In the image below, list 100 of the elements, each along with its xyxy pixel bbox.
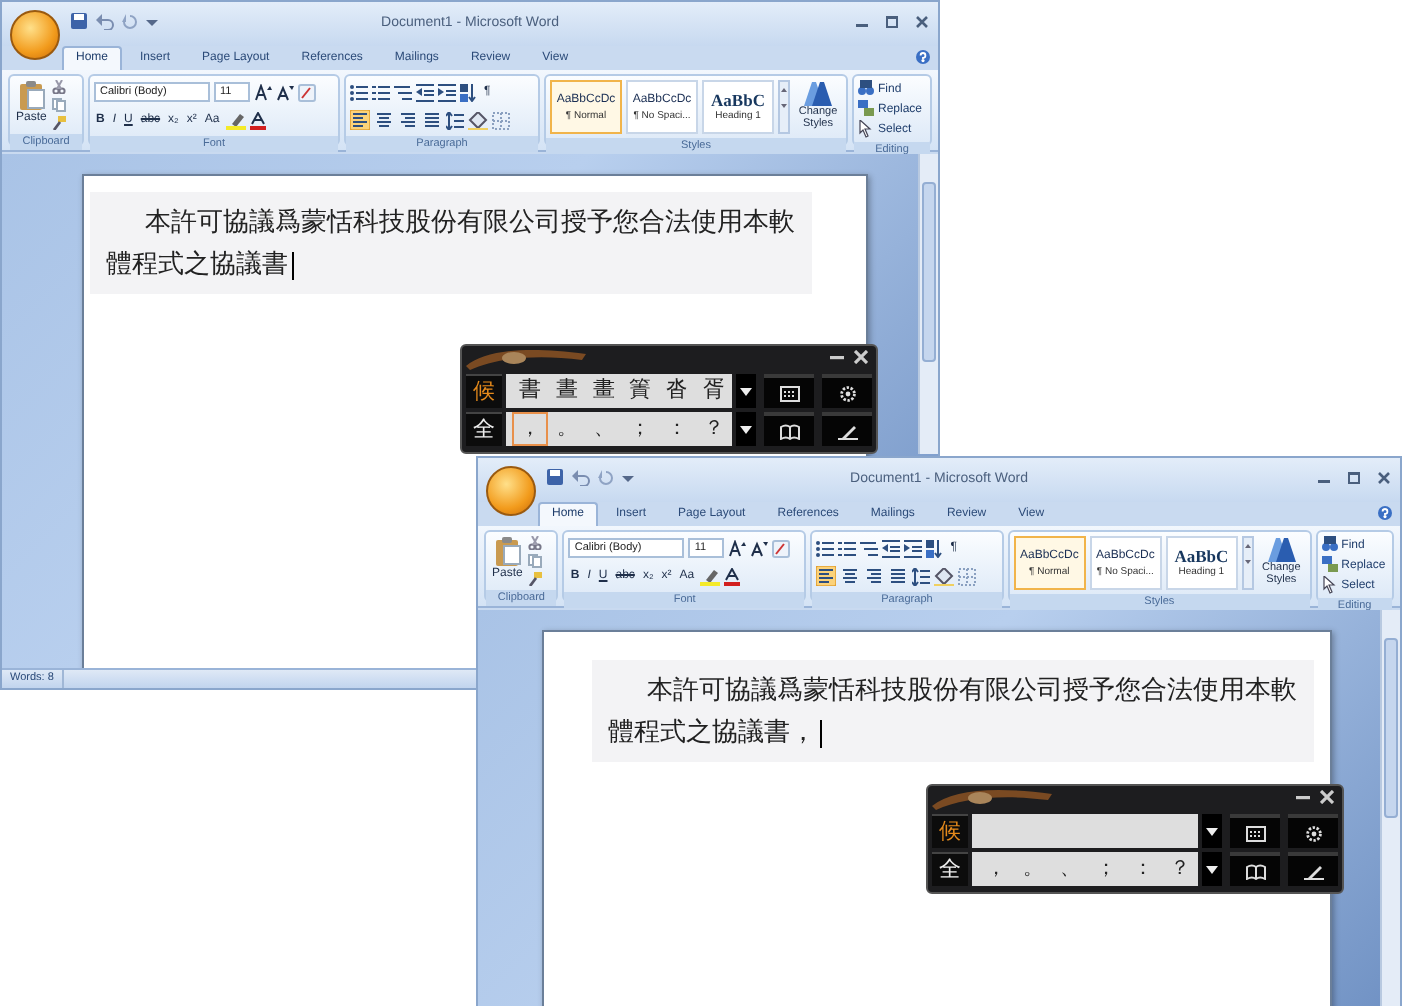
scroll-thumb[interactable]: [922, 182, 936, 362]
candidate[interactable]: 書: [512, 374, 549, 408]
candidate[interactable]: ？: [695, 412, 732, 446]
align-left-icon[interactable]: [816, 566, 837, 586]
multilevel-list-icon[interactable]: [860, 539, 879, 557]
candidate[interactable]: ：: [1124, 852, 1162, 886]
minimize-icon[interactable]: [830, 350, 844, 364]
increase-indent-icon[interactable]: [438, 83, 456, 101]
sort-icon[interactable]: [460, 83, 478, 101]
candidate[interactable]: 沓: [658, 374, 696, 408]
handwriting-button[interactable]: [822, 412, 872, 446]
settings-button[interactable]: [1288, 814, 1338, 848]
candidate[interactable]: ；: [1087, 852, 1125, 886]
ime-mode-button[interactable]: 候: [932, 814, 968, 848]
change-styles-icon[interactable]: [1267, 536, 1296, 562]
align-center-icon[interactable]: [374, 110, 394, 130]
format-painter-icon[interactable]: [528, 572, 543, 586]
change-styles-icon[interactable]: [804, 80, 832, 106]
shading-icon[interactable]: [468, 111, 488, 129]
numbering-icon[interactable]: [838, 539, 857, 557]
clear-formatting-icon[interactable]: [298, 83, 316, 101]
maximize-icon[interactable]: [886, 16, 898, 28]
candidate[interactable]: 晝: [548, 374, 586, 408]
align-right-icon[interactable]: [398, 110, 418, 130]
candidate[interactable]: ，: [978, 852, 1015, 886]
dictionary-button[interactable]: [764, 412, 814, 446]
scissors-icon[interactable]: [528, 536, 543, 550]
customize-icon[interactable]: [622, 471, 634, 483]
line-spacing-icon[interactable]: [912, 567, 931, 585]
scroll-thumb[interactable]: [1384, 638, 1398, 818]
customize-icon[interactable]: [146, 15, 158, 27]
candidate[interactable]: 胥: [695, 374, 732, 408]
close-icon[interactable]: [1378, 472, 1390, 484]
ime-mode-button[interactable]: 全: [466, 412, 502, 446]
increase-indent-icon[interactable]: [904, 539, 923, 557]
bullets-icon[interactable]: [816, 539, 835, 557]
binoculars-icon: [1321, 536, 1338, 554]
candidate[interactable]: 畫: [585, 374, 622, 408]
dropdown-button[interactable]: [1202, 814, 1222, 848]
candidate[interactable]: 簀: [621, 374, 659, 408]
help-icon[interactable]: [1378, 506, 1392, 520]
candidate[interactable]: 、: [1051, 852, 1088, 886]
highlighter-icon[interactable]: [225, 111, 246, 129]
decrease-indent-icon[interactable]: [882, 539, 901, 557]
dropdown-button[interactable]: [736, 412, 756, 446]
clipboard-icon[interactable]: [493, 536, 522, 566]
gallery-scroll-icon[interactable]: [1241, 536, 1254, 590]
gallery-scroll-icon[interactable]: [778, 80, 790, 134]
office-button[interactable]: [10, 10, 60, 60]
dictionary-button[interactable]: [1230, 852, 1280, 886]
candidate[interactable]: 。: [1014, 852, 1052, 886]
minimize-icon[interactable]: [1296, 790, 1310, 804]
align-right-icon[interactable]: [864, 566, 885, 586]
keyboard-button[interactable]: [1230, 814, 1280, 848]
clipboard-icon[interactable]: [17, 80, 46, 110]
handwriting-button[interactable]: [1288, 852, 1338, 886]
format-painter-icon[interactable]: [52, 116, 67, 130]
clear-formatting-icon[interactable]: [772, 539, 791, 557]
decrease-indent-icon[interactable]: [416, 83, 434, 101]
candidate[interactable]: ；: [621, 412, 659, 446]
shrink-font-icon[interactable]: [750, 539, 769, 557]
help-icon[interactable]: [916, 50, 930, 64]
ime-mode-button[interactable]: 候: [466, 374, 502, 408]
vertical-scrollbar[interactable]: [1380, 610, 1400, 1006]
vertical-scrollbar[interactable]: [918, 154, 938, 454]
candidate[interactable]: ，: [512, 412, 549, 446]
grow-font-icon[interactable]: [728, 539, 747, 557]
numbering-icon[interactable]: [372, 83, 390, 101]
multilevel-list-icon[interactable]: [394, 83, 412, 101]
candidate[interactable]: 、: [585, 412, 622, 446]
justify-icon[interactable]: [422, 110, 442, 130]
undo-icon[interactable]: [96, 13, 114, 29]
highlighter-icon[interactable]: [700, 567, 721, 585]
office-button[interactable]: [486, 466, 536, 516]
candidate[interactable]: ？: [1161, 852, 1198, 886]
align-center-icon[interactable]: [840, 566, 861, 586]
line-spacing-icon[interactable]: [446, 111, 464, 129]
shrink-font-icon[interactable]: [276, 83, 294, 101]
align-left-icon[interactable]: [350, 110, 370, 130]
dropdown-button[interactable]: [1202, 852, 1222, 886]
maximize-icon[interactable]: [1348, 472, 1360, 484]
ime-mode-button[interactable]: 全: [932, 852, 968, 886]
caret-icon: [1206, 827, 1218, 835]
font-color-icon[interactable]: [249, 111, 266, 129]
candidate[interactable]: 。: [548, 412, 586, 446]
save-icon[interactable]: [70, 12, 88, 30]
scissors-icon[interactable]: [52, 80, 67, 94]
font-color-icon[interactable]: [724, 567, 741, 585]
justify-icon[interactable]: [888, 566, 909, 586]
undo-icon[interactable]: [572, 469, 590, 485]
close-icon[interactable]: [916, 16, 928, 28]
candidate[interactable]: ：: [658, 412, 696, 446]
dropdown-button[interactable]: [736, 374, 756, 408]
save-icon[interactable]: [546, 468, 564, 486]
sort-icon[interactable]: [926, 539, 945, 557]
shading-icon[interactable]: [934, 567, 955, 585]
settings-button[interactable]: [822, 374, 872, 408]
bullets-icon[interactable]: [350, 83, 368, 101]
grow-font-icon[interactable]: [254, 83, 272, 101]
keyboard-button[interactable]: [764, 374, 814, 408]
